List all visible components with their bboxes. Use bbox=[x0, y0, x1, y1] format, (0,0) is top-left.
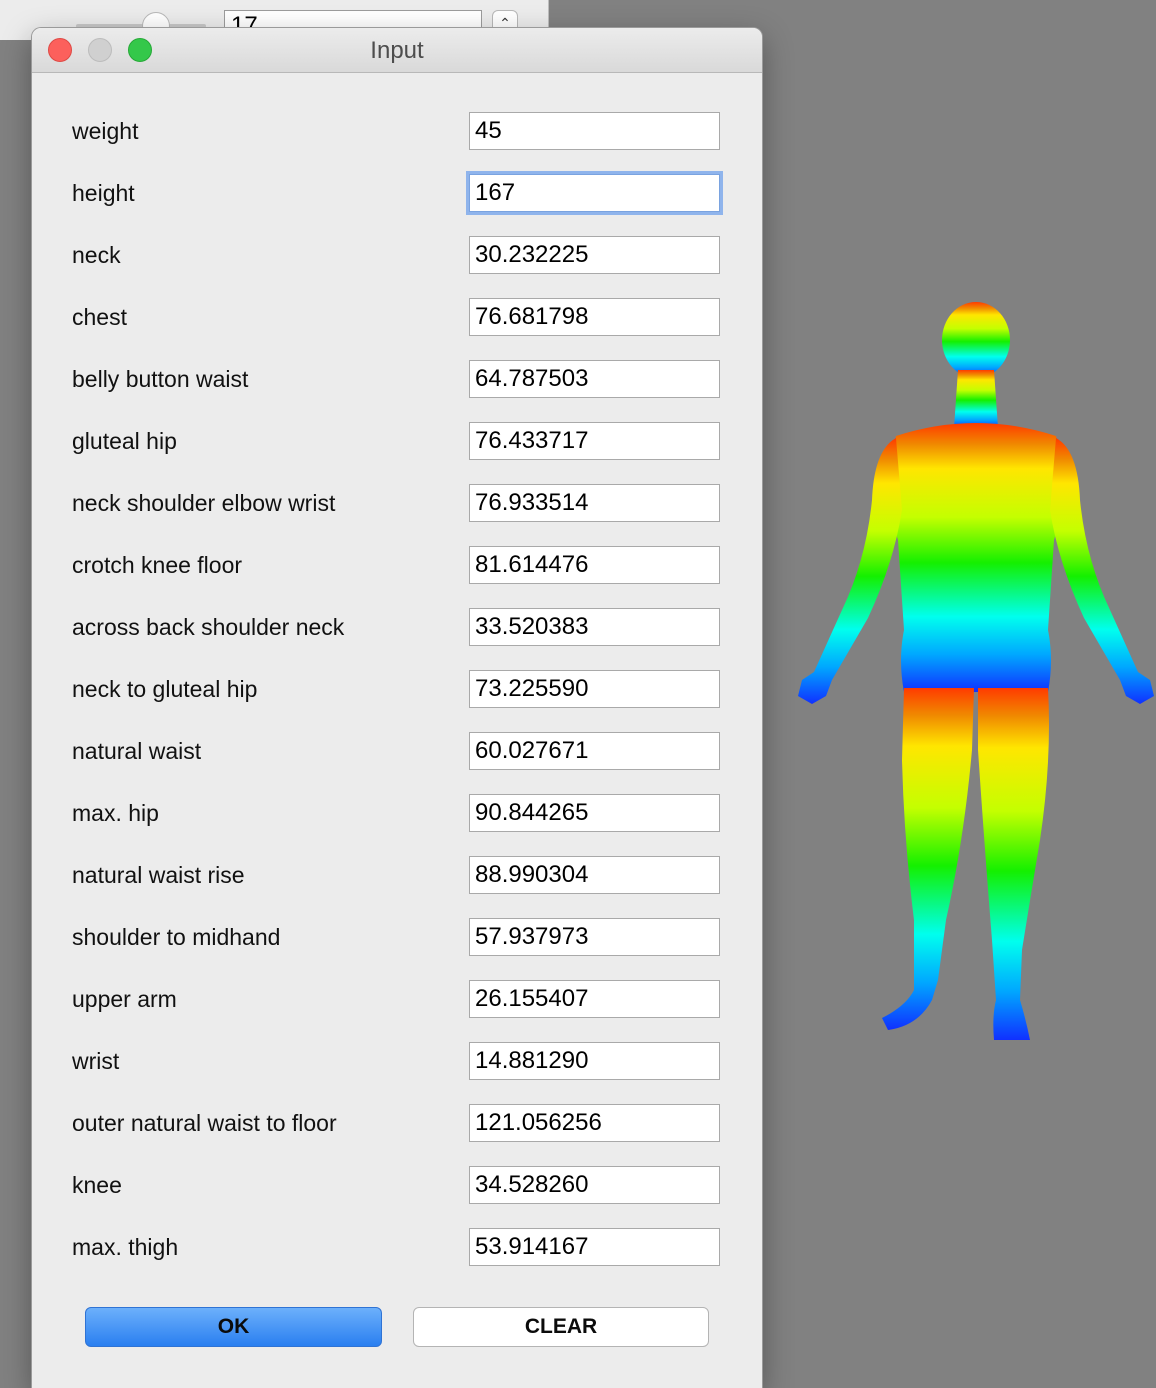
field-label: chest bbox=[72, 304, 127, 330]
body-mesh bbox=[798, 302, 1154, 1040]
measurement-input[interactable] bbox=[469, 546, 720, 584]
minimize-window-button[interactable] bbox=[88, 38, 112, 62]
measurement-input[interactable] bbox=[469, 918, 720, 956]
measurement-input[interactable] bbox=[469, 1042, 720, 1080]
body-model-viewport[interactable] bbox=[778, 300, 1156, 1060]
measurement-input[interactable] bbox=[469, 670, 720, 708]
measurement-input[interactable] bbox=[469, 112, 720, 150]
field-label: height bbox=[72, 180, 135, 206]
field-label: natural waist rise bbox=[72, 862, 245, 888]
field-label: belly button waist bbox=[72, 366, 249, 392]
zoom-window-button[interactable] bbox=[128, 38, 152, 62]
measurement-input[interactable] bbox=[469, 484, 720, 522]
field-label: natural waist bbox=[72, 738, 202, 764]
field-label: shoulder to midhand bbox=[72, 924, 281, 950]
measurement-input[interactable] bbox=[469, 298, 720, 336]
field-label: neck to gluteal hip bbox=[72, 676, 258, 702]
measurement-input[interactable] bbox=[469, 360, 720, 398]
measurement-input[interactable] bbox=[469, 608, 720, 646]
ok-button[interactable]: OK bbox=[85, 1307, 382, 1347]
measurement-input[interactable] bbox=[469, 794, 720, 832]
field-label: neck shoulder elbow wrist bbox=[72, 490, 336, 516]
field-label: across back shoulder neck bbox=[72, 614, 345, 640]
field-label: max. thigh bbox=[72, 1234, 179, 1260]
clear-button[interactable]: CLEAR bbox=[413, 1307, 709, 1347]
close-window-button[interactable] bbox=[48, 38, 72, 62]
field-label: weight bbox=[72, 118, 139, 144]
input-dialog: Input weight height neck chest belly button … bbox=[32, 28, 762, 1388]
field-label: outer natural waist to floor bbox=[72, 1110, 337, 1136]
title-bar[interactable]: Input bbox=[32, 28, 762, 73]
measurement-input[interactable] bbox=[469, 856, 720, 894]
field-label: max. hip bbox=[72, 800, 159, 826]
field-label: upper arm bbox=[72, 986, 177, 1012]
field-label: knee bbox=[72, 1172, 122, 1198]
measurement-input[interactable] bbox=[469, 174, 720, 212]
measurement-input[interactable] bbox=[469, 732, 720, 770]
field-label: gluteal hip bbox=[72, 428, 177, 454]
measurement-input[interactable] bbox=[469, 1166, 720, 1204]
measurement-input[interactable] bbox=[469, 1228, 720, 1266]
field-label: crotch knee floor bbox=[72, 552, 243, 578]
measurement-input[interactable] bbox=[469, 422, 720, 460]
field-label: neck bbox=[72, 242, 121, 268]
measurement-input[interactable] bbox=[469, 1104, 720, 1142]
measurement-input[interactable] bbox=[469, 236, 720, 274]
field-label: wrist bbox=[72, 1048, 120, 1074]
measurement-input[interactable] bbox=[469, 980, 720, 1018]
